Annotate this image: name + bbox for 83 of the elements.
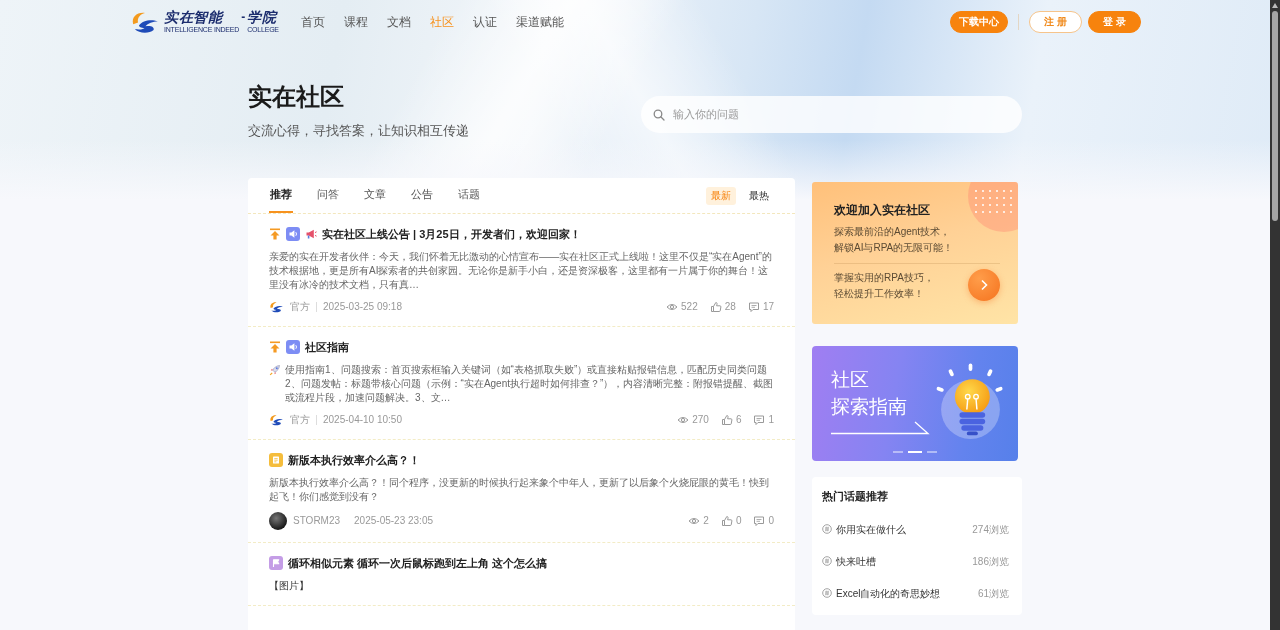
logo-text: 学院 [247, 10, 279, 25]
nav-link[interactable]: 文档 [386, 14, 411, 30]
logo-text: 实在智能 [164, 10, 225, 25]
logo-icon [130, 10, 160, 34]
comment-icon [753, 414, 766, 426]
post-date: 2025-05-23 23:05 [354, 514, 434, 528]
nav-link[interactable]: 认证 [472, 14, 497, 30]
logo-icon [269, 301, 284, 313]
comment-icon [747, 301, 760, 313]
speaker-icon [286, 340, 300, 354]
next-button[interactable] [968, 269, 1000, 301]
post-date: 2025-04-10 10:50 [323, 413, 402, 427]
post-title[interactable]: 循环相似元素 循环一次后鼠标跑到左上角 这个怎么搞 [288, 555, 548, 571]
comment-icon [753, 515, 766, 527]
topic-link[interactable]: 你用实在做什么 [836, 521, 906, 537]
comment-count: 17 [762, 300, 774, 314]
author-name: STORM23 [293, 514, 341, 528]
tab[interactable]: 推荐 [269, 178, 293, 213]
comment-count: 1 [768, 413, 774, 427]
tab[interactable]: 公告 [410, 178, 434, 213]
view-count: 274浏览 [972, 522, 1009, 537]
thumbs-up-icon [720, 414, 733, 426]
page-title: 实在社区 [248, 82, 345, 112]
sort-button[interactable]: 最热 [744, 186, 774, 205]
carousel-indicator[interactable] [927, 451, 937, 453]
nav-link[interactable]: 首页 [300, 14, 325, 30]
post-date: 2025-03-25 09:18 [323, 300, 402, 314]
search-icon [653, 108, 665, 121]
view-count: 2 [703, 514, 709, 528]
author-name: 官方 [290, 300, 310, 314]
topics-heading: 热门话题推荐 [822, 489, 889, 504]
search-field[interactable]: 输入你的问题 [641, 96, 1022, 133]
like-count: 6 [735, 413, 742, 427]
scroll-up-icon[interactable] [1272, 3, 1278, 8]
promo-text: 探索最前沿的Agent技术， 解锁AI与RPA的无限可能！ [834, 225, 955, 255]
view-count: 186浏览 [972, 554, 1009, 569]
tab[interactable]: 文章 [363, 178, 387, 213]
eye-icon [677, 414, 690, 426]
logo-separator: - [241, 10, 246, 25]
eye-icon [688, 515, 701, 527]
author-name: 官方 [290, 413, 310, 427]
banner-title: 社区 探索指南 [831, 368, 908, 419]
tab[interactable]: 问答 [316, 178, 340, 213]
thumbs-up-icon [720, 515, 733, 527]
page-subtitle: 交流心得，寻找答案，让知识相互传递 [248, 122, 469, 140]
carousel-indicator[interactable] [908, 451, 922, 453]
hash-icon [822, 556, 832, 566]
view-count: 270 [692, 413, 709, 427]
tab[interactable]: 话题 [457, 178, 481, 213]
nav-link[interactable]: 课程 [343, 14, 368, 30]
promo-text: 掌握实用的RPA技巧， 轻松提升工作效率！ [834, 271, 934, 301]
view-count: 522 [681, 300, 698, 314]
avatar [269, 512, 287, 530]
document-icon [269, 453, 283, 467]
promo-title: 欢迎加入实在社区 [834, 202, 931, 218]
rocket-icon [269, 364, 281, 376]
post-excerpt: 亲爱的实在开发者伙伴：今天，我们怀着无比激动的心情宣布——实在社区正式上线啦！这里不仅是“实在Agent”的技术根据地，更是所有AI探索者的共创家园。无论你是新手小白，还是资深极客，这里都有一片属于你的舞台！这里没有冰冷的技术文档，只有真… [269, 250, 773, 292]
like-count: 28 [724, 300, 736, 314]
megaphone-icon [305, 228, 317, 240]
post-excerpt: 【图片】 [269, 579, 309, 593]
scrollbar-thumb[interactable] [1272, 11, 1278, 221]
post-title[interactable]: 实在社区上线公告 | 3月25日，开发者们，欢迎回家！ [322, 226, 581, 242]
scrollbar[interactable] [1270, 0, 1280, 630]
topic-link[interactable]: 快来吐槽 [836, 553, 876, 569]
like-count: 0 [735, 514, 742, 528]
post-excerpt: 新版本执行效率介么高？！同个程序，没更新的时候执行起来象个中年人，更新了以后象个火烧屁眼的黄毛！快到起飞！你们感觉到没有？ [269, 476, 770, 504]
post-title[interactable]: 新版本执行效率介么高？！ [288, 452, 420, 468]
topic-link[interactable]: Excel自动化的奇思妙想 [836, 585, 941, 601]
eye-icon [666, 301, 679, 313]
hash-icon [822, 588, 832, 598]
speaker-icon [286, 227, 300, 241]
comment-count: 0 [768, 514, 774, 528]
post-excerpt: 使用指南1、问题搜索：首页搜索框输入关键词（如“表格抓取失败”）或直接粘贴报错信息，匹配历史同类问题2、问题发帖：标题带核心问题（示例：“实在Agent执行超时如何排查？”），内容清晰完整：附报错提醒、截图或流程片段，加速问题解决。3、文… [285, 363, 774, 405]
carousel-indicator[interactable] [893, 451, 903, 453]
hash-icon [822, 524, 832, 534]
view-count: 61浏览 [977, 586, 1009, 601]
nav-link[interactable]: 渠道赋能 [515, 14, 564, 30]
thumbs-up-icon [709, 301, 722, 313]
chevron-right-icon [979, 279, 989, 291]
logo-icon [269, 414, 284, 426]
flag-icon [269, 556, 283, 570]
search-input[interactable]: 输入你的问题 [671, 105, 1010, 124]
post-title[interactable]: 社区指南 [305, 339, 349, 355]
